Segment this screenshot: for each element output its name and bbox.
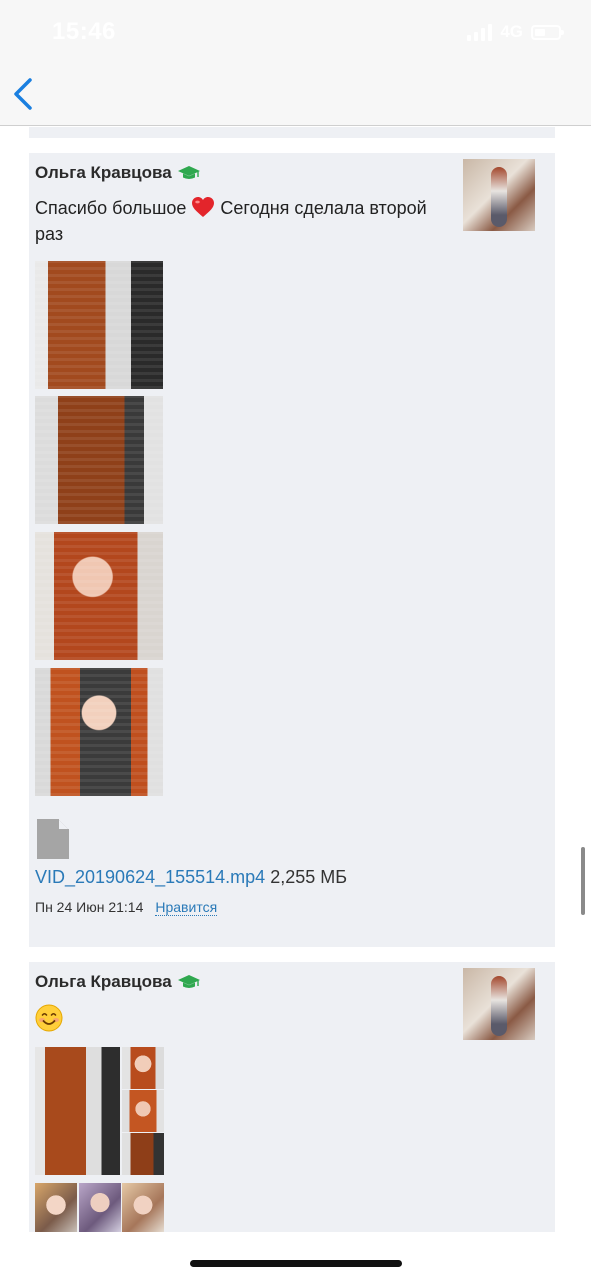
post-author[interactable]: Ольга Кравцова (35, 972, 201, 992)
network-type: 4G (500, 22, 523, 41)
message-text-part-1: Спасибо большое (35, 198, 187, 218)
collage-photo-small-1[interactable] (122, 1047, 164, 1089)
back-button[interactable] (10, 76, 40, 112)
attached-photo-1[interactable] (35, 261, 163, 389)
post-date: Пн 24 Июн 21:14 (35, 899, 144, 915)
previous-post-tail (29, 127, 555, 138)
navigation-bar (0, 64, 591, 126)
battery-icon (531, 24, 564, 40)
collage-photo-main[interactable] (35, 1047, 120, 1175)
attachment-filename-link[interactable]: VID_20190624_155514.mp4 (35, 867, 265, 887)
scrollbar[interactable] (581, 847, 585, 915)
author-avatar[interactable] (463, 159, 535, 231)
graduation-cap-icon (177, 975, 200, 988)
cellular-signal-icon (467, 23, 493, 41)
attached-photo-2[interactable] (35, 396, 163, 524)
home-indicator[interactable] (190, 1260, 402, 1267)
attachment-row: VID_20190624_155514.mp4 2,255 МБ (35, 867, 347, 888)
attached-photo-3[interactable] (35, 532, 163, 660)
attached-photo-4[interactable] (35, 668, 163, 796)
collage-photo-small-2[interactable] (122, 1090, 164, 1132)
post-card: Ольга Кравцова (29, 962, 555, 1232)
author-name: Ольга Кравцова (35, 163, 172, 182)
author-name: Ольга Кравцова (35, 972, 172, 991)
smiling-face-icon (35, 1004, 63, 1032)
post-meta: Пн 24 Июн 21:14 Нравится (35, 899, 218, 916)
post-card: Ольга Кравцова Спасибо большое Сегодня с… (29, 153, 555, 947)
attachment-size: 2,255 МБ (265, 867, 348, 887)
post-message: Спасибо большое Сегодня сделала второй р… (35, 195, 445, 247)
author-avatar[interactable] (463, 968, 535, 1040)
file-icon[interactable] (37, 819, 69, 859)
status-bar: 15:46 4G (0, 0, 591, 64)
status-indicators: 4G (467, 22, 564, 42)
chevron-left-icon (14, 78, 32, 110)
post-author[interactable]: Ольга Кравцова (35, 163, 201, 183)
collage-photo-small-3[interactable] (122, 1133, 164, 1175)
status-time: 15:46 (52, 18, 116, 45)
collage-photo-bottom-2[interactable] (79, 1183, 121, 1232)
like-button[interactable]: Нравится (155, 899, 218, 916)
collage-photo-bottom-1[interactable] (35, 1183, 77, 1232)
messages-feed[interactable]: Ольга Кравцова Спасибо большое Сегодня с… (0, 127, 591, 1280)
red-heart-icon (192, 197, 215, 217)
graduation-cap-icon (177, 166, 200, 179)
collage-photo-bottom-3[interactable] (122, 1183, 164, 1232)
